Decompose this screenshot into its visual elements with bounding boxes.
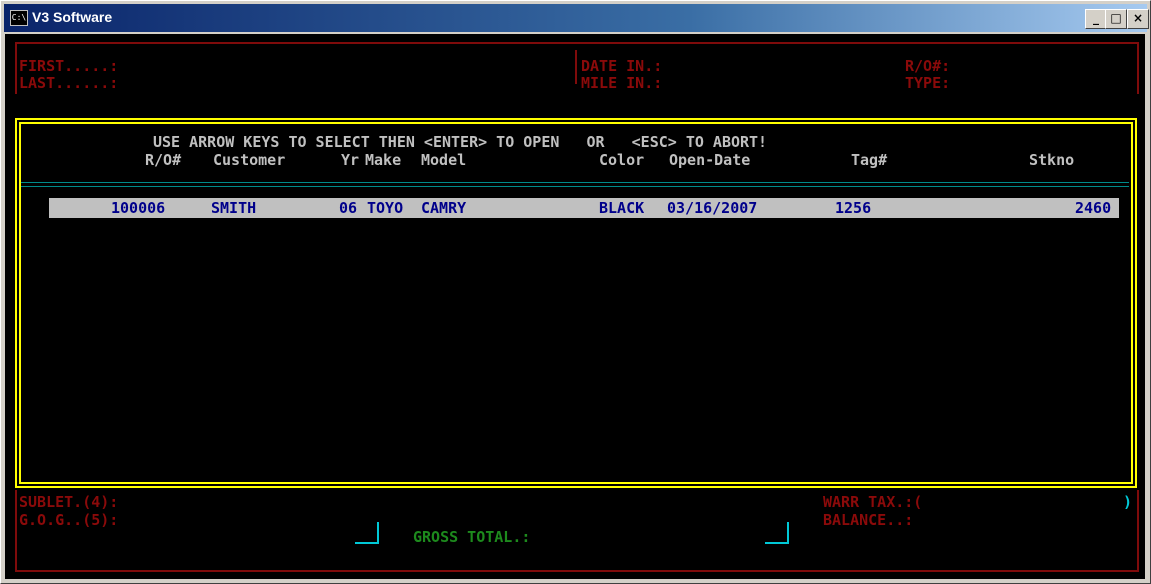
title-bar[interactable]: C:\ V3 Software _ □ × <box>4 4 1149 32</box>
type-label: TYPE: <box>905 74 951 92</box>
header-separator-2 <box>21 186 1129 187</box>
gog-field-marker <box>765 522 789 544</box>
gross-total-label: GROSS TOTAL.: <box>413 528 531 546</box>
cell-ro: 100006 <box>111 199 166 217</box>
col-ro: R/O# <box>145 151 182 169</box>
col-stkno: Stkno <box>1029 151 1075 169</box>
gog-label: G.O.G..(5): <box>19 511 119 529</box>
col-tag: Tag# <box>851 151 888 169</box>
cell-customer: SMITH <box>211 199 257 217</box>
col-color: Color <box>599 151 645 169</box>
cell-make: TOYO <box>367 199 404 217</box>
col-yr: Yr <box>341 151 360 169</box>
selection-dialog-inner <box>19 122 1133 484</box>
close-button[interactable]: × <box>1127 9 1149 29</box>
console-icon[interactable]: C:\ <box>10 10 28 26</box>
header-separator-1 <box>21 182 1129 183</box>
bottom-left-tick <box>15 562 23 572</box>
mile-in-label: MILE IN.: <box>581 74 663 92</box>
cell-open-date: 03/16/2007 <box>667 199 758 217</box>
col-open-date: Open-Date <box>669 151 751 169</box>
console-window: C:\ V3 Software _ □ × FIRST.....: LAST..… <box>0 0 1151 584</box>
col-model: Model <box>421 151 467 169</box>
bottom-right-tick <box>1125 562 1133 572</box>
date-in-label: DATE IN.: <box>581 57 663 75</box>
sublet-field-marker <box>355 522 379 544</box>
first-label: FIRST.....: <box>19 57 119 75</box>
cell-color: BLACK <box>599 199 645 217</box>
col-customer: Customer <box>213 151 286 169</box>
table-row[interactable]: 100006 SMITH 06 TOYO CAMRY BLACK 03/16/2… <box>49 198 1119 218</box>
console-screen[interactable]: FIRST.....: LAST......: DATE IN.: MILE I… <box>5 34 1145 579</box>
sublet-label: SUBLET.(4): <box>19 493 119 511</box>
ro-number-label: R/O#: <box>905 57 951 75</box>
window-title: V3 Software <box>32 9 113 25</box>
header-box <box>15 42 1139 94</box>
header-divider <box>575 50 577 84</box>
maximize-button[interactable]: □ <box>1105 9 1127 29</box>
col-make: Make <box>365 151 402 169</box>
warr-tax-label: WARR TAX.:( <box>823 493 923 511</box>
minimize-button[interactable]: _ <box>1085 9 1107 29</box>
cell-model: CAMRY <box>421 199 467 217</box>
cell-yr: 06 <box>339 199 358 217</box>
footer-box <box>15 490 1139 572</box>
cell-tag: 1256 <box>835 199 872 217</box>
instruction-text: USE ARROW KEYS TO SELECT THEN <ENTER> TO… <box>153 133 768 151</box>
last-label: LAST......: <box>19 74 119 92</box>
warr-tax-close: ) <box>1123 493 1133 511</box>
balance-label: BALANCE..: <box>823 511 914 529</box>
cell-stkno: 2460 <box>1075 199 1112 217</box>
